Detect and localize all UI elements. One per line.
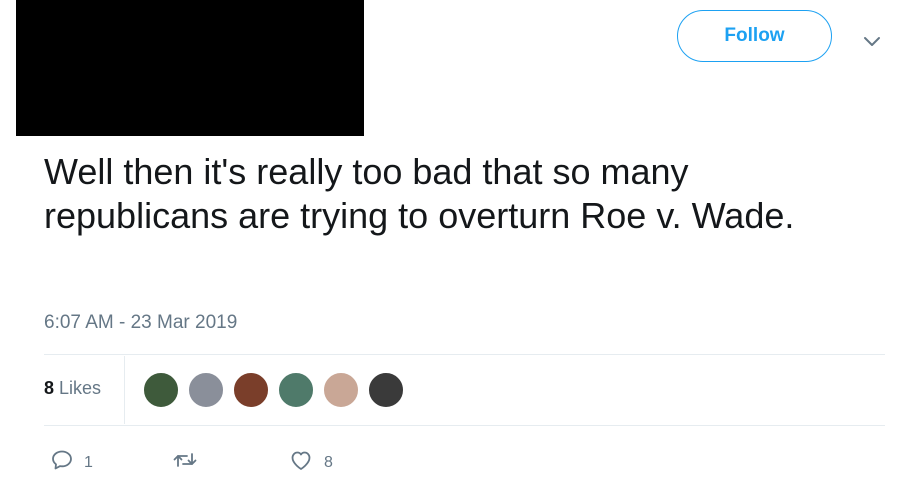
liker-avatar[interactable] bbox=[277, 371, 315, 409]
liker-avatar[interactable] bbox=[187, 371, 225, 409]
likes-count: 8 bbox=[44, 378, 55, 398]
liker-avatar[interactable] bbox=[322, 371, 360, 409]
divider-top bbox=[44, 354, 885, 355]
tweet-text: Well then it's really too bad that so ma… bbox=[44, 151, 795, 236]
like-count: 8 bbox=[324, 453, 333, 471]
stats-separator bbox=[124, 356, 125, 424]
follow-button[interactable]: Follow bbox=[677, 10, 832, 62]
likes-label: Likes bbox=[59, 378, 102, 398]
reply-button[interactable]: 1 bbox=[50, 448, 93, 477]
retweet-icon bbox=[172, 448, 198, 477]
heart-icon bbox=[288, 448, 314, 477]
divider-bottom bbox=[44, 425, 885, 426]
liker-avatar[interactable] bbox=[142, 371, 180, 409]
reply-count: 1 bbox=[84, 453, 93, 471]
reply-icon bbox=[50, 448, 74, 477]
chevron-down-icon[interactable] bbox=[860, 32, 884, 52]
tweet-timestamp[interactable]: 6:07 AM - 23 Mar 2019 bbox=[44, 312, 237, 334]
liker-avatar[interactable] bbox=[367, 371, 405, 409]
redacted-user-header bbox=[16, 0, 364, 136]
like-button[interactable]: 8 bbox=[288, 448, 333, 477]
likes-stat[interactable]: 8 Likes bbox=[44, 378, 101, 399]
retweet-button[interactable] bbox=[172, 448, 208, 477]
tweet-stats: 8 Likes bbox=[44, 356, 885, 424]
liker-avatar[interactable] bbox=[232, 371, 270, 409]
